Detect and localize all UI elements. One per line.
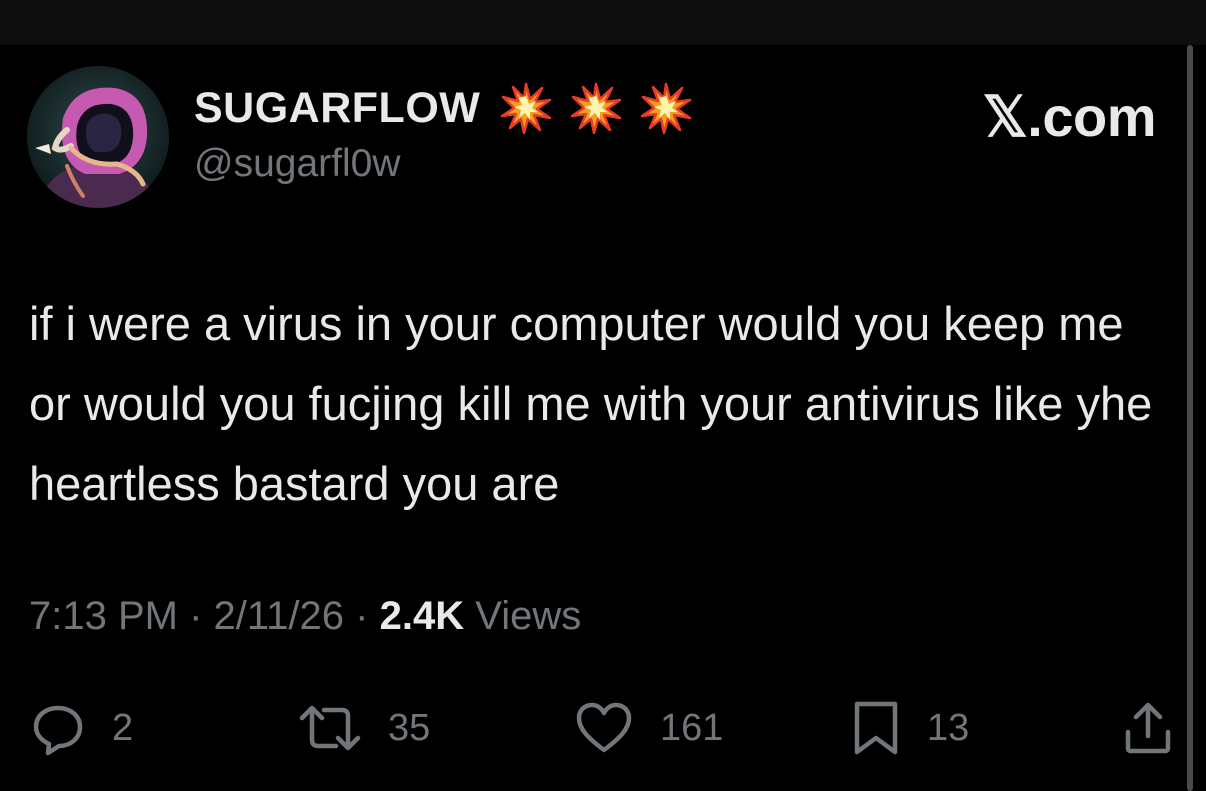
- reply-count: 2: [112, 706, 134, 749]
- like-count: 161: [660, 706, 724, 749]
- tweet-meta: 7:13 PM · 2/11/26 · 2.4K Views: [29, 594, 581, 639]
- repost-icon: [299, 705, 361, 751]
- handle[interactable]: @sugarfl0w: [194, 142, 401, 186]
- display-name-row: SUGARFLOW: [194, 80, 692, 136]
- badges: [500, 82, 692, 134]
- share-button[interactable]: [1120, 700, 1176, 756]
- repost-button[interactable]: 35: [298, 700, 430, 756]
- collision-emoji-icon: [641, 82, 692, 134]
- avatar[interactable]: [27, 66, 169, 208]
- reply-icon: [33, 705, 83, 756]
- views-label: Views: [475, 594, 582, 638]
- bookmark-count: 13: [927, 706, 970, 749]
- reply-button[interactable]: 2: [30, 700, 133, 756]
- collision-emoji-icon: [501, 82, 552, 134]
- tweet-time[interactable]: 7:13 PM: [29, 594, 178, 638]
- like-button[interactable]: 161: [574, 700, 723, 756]
- meta-separator: ·: [355, 594, 369, 638]
- views-count: 2.4K: [379, 594, 465, 638]
- tweet-date[interactable]: 2/11/26: [214, 594, 345, 638]
- repost-count: 35: [388, 706, 431, 749]
- x-com-logo[interactable]: 𝕏.com: [983, 84, 1157, 150]
- collision-emoji-icon: [571, 82, 622, 134]
- display-name[interactable]: SUGARFLOW: [194, 84, 480, 133]
- bookmark-button[interactable]: 13: [851, 700, 969, 756]
- bookmark-icon: [854, 701, 898, 755]
- tweet-text: if i were a virus in your computer would…: [29, 297, 1153, 510]
- scrollbar[interactable]: [1187, 45, 1193, 791]
- top-bar: [0, 0, 1206, 45]
- share-icon: [1125, 702, 1171, 754]
- meta-separator: ·: [189, 594, 203, 638]
- heart-icon: [576, 702, 632, 753]
